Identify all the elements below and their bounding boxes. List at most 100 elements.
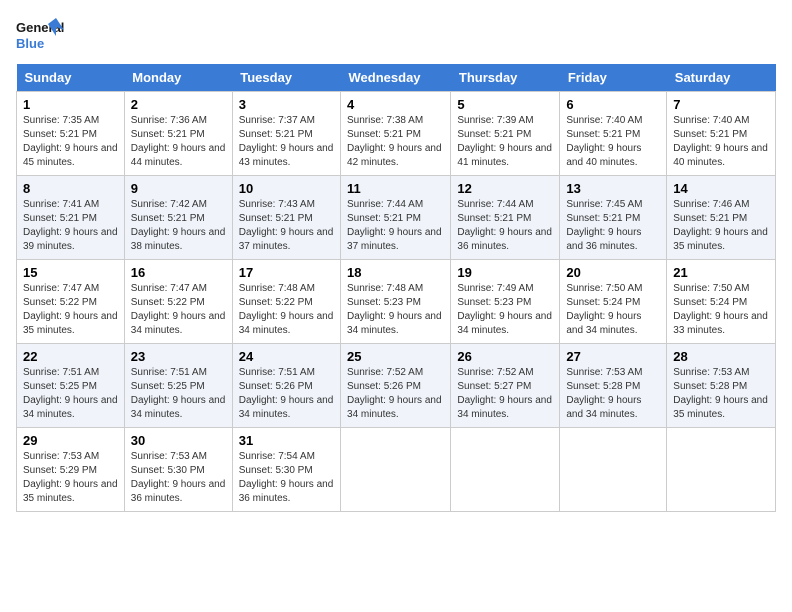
- day-cell: [341, 428, 451, 512]
- day-cell: 16 Sunrise: 7:47 AMSunset: 5:22 PMDaylig…: [124, 260, 232, 344]
- weekday-friday: Friday: [560, 64, 667, 92]
- day-number: 21: [673, 265, 769, 280]
- day-cell: 3 Sunrise: 7:37 AMSunset: 5:21 PMDayligh…: [232, 92, 340, 176]
- day-number: 26: [457, 349, 553, 364]
- week-row-3: 15 Sunrise: 7:47 AMSunset: 5:22 PMDaylig…: [17, 260, 776, 344]
- day-number: 1: [23, 97, 118, 112]
- day-cell: 1 Sunrise: 7:35 AMSunset: 5:21 PMDayligh…: [17, 92, 125, 176]
- day-info: Sunrise: 7:50 AMSunset: 5:24 PMDaylight:…: [566, 283, 642, 336]
- day-info: Sunrise: 7:45 AMSunset: 5:21 PMDaylight:…: [566, 199, 642, 252]
- weekday-wednesday: Wednesday: [341, 64, 451, 92]
- day-cell: 21 Sunrise: 7:50 AMSunset: 5:24 PMDaylig…: [667, 260, 776, 344]
- day-number: 23: [131, 349, 226, 364]
- weekday-thursday: Thursday: [451, 64, 560, 92]
- day-info: Sunrise: 7:46 AMSunset: 5:21 PMDaylight:…: [673, 199, 768, 252]
- day-cell: 7 Sunrise: 7:40 AMSunset: 5:21 PMDayligh…: [667, 92, 776, 176]
- svg-text:Blue: Blue: [16, 36, 44, 51]
- day-number: 20: [566, 265, 660, 280]
- week-row-2: 8 Sunrise: 7:41 AMSunset: 5:21 PMDayligh…: [17, 176, 776, 260]
- calendar-body: 1 Sunrise: 7:35 AMSunset: 5:21 PMDayligh…: [17, 92, 776, 512]
- day-number: 28: [673, 349, 769, 364]
- day-number: 9: [131, 181, 226, 196]
- week-row-5: 29 Sunrise: 7:53 AMSunset: 5:29 PMDaylig…: [17, 428, 776, 512]
- day-number: 15: [23, 265, 118, 280]
- day-number: 16: [131, 265, 226, 280]
- day-cell: [667, 428, 776, 512]
- day-info: Sunrise: 7:44 AMSunset: 5:21 PMDaylight:…: [347, 199, 442, 252]
- day-cell: 18 Sunrise: 7:48 AMSunset: 5:23 PMDaylig…: [341, 260, 451, 344]
- logo-svg: General Blue: [16, 16, 64, 54]
- day-cell: [451, 428, 560, 512]
- day-info: Sunrise: 7:44 AMSunset: 5:21 PMDaylight:…: [457, 199, 552, 252]
- day-info: Sunrise: 7:38 AMSunset: 5:21 PMDaylight:…: [347, 115, 442, 168]
- day-cell: 12 Sunrise: 7:44 AMSunset: 5:21 PMDaylig…: [451, 176, 560, 260]
- day-info: Sunrise: 7:39 AMSunset: 5:21 PMDaylight:…: [457, 115, 552, 168]
- day-cell: 22 Sunrise: 7:51 AMSunset: 5:25 PMDaylig…: [17, 344, 125, 428]
- day-info: Sunrise: 7:53 AMSunset: 5:29 PMDaylight:…: [23, 451, 118, 504]
- weekday-sunday: Sunday: [17, 64, 125, 92]
- day-cell: 19 Sunrise: 7:49 AMSunset: 5:23 PMDaylig…: [451, 260, 560, 344]
- day-info: Sunrise: 7:49 AMSunset: 5:23 PMDaylight:…: [457, 283, 552, 336]
- day-info: Sunrise: 7:40 AMSunset: 5:21 PMDaylight:…: [673, 115, 768, 168]
- day-cell: 10 Sunrise: 7:43 AMSunset: 5:21 PMDaylig…: [232, 176, 340, 260]
- day-number: 30: [131, 433, 226, 448]
- day-number: 19: [457, 265, 553, 280]
- day-number: 6: [566, 97, 660, 112]
- day-info: Sunrise: 7:54 AMSunset: 5:30 PMDaylight:…: [239, 451, 334, 504]
- day-cell: 6 Sunrise: 7:40 AMSunset: 5:21 PMDayligh…: [560, 92, 667, 176]
- day-number: 7: [673, 97, 769, 112]
- calendar: SundayMondayTuesdayWednesdayThursdayFrid…: [16, 64, 776, 512]
- day-cell: 30 Sunrise: 7:53 AMSunset: 5:30 PMDaylig…: [124, 428, 232, 512]
- day-cell: 29 Sunrise: 7:53 AMSunset: 5:29 PMDaylig…: [17, 428, 125, 512]
- day-info: Sunrise: 7:53 AMSunset: 5:28 PMDaylight:…: [673, 367, 768, 420]
- day-cell: 5 Sunrise: 7:39 AMSunset: 5:21 PMDayligh…: [451, 92, 560, 176]
- day-number: 10: [239, 181, 334, 196]
- day-number: 24: [239, 349, 334, 364]
- day-info: Sunrise: 7:40 AMSunset: 5:21 PMDaylight:…: [566, 115, 642, 168]
- day-cell: 31 Sunrise: 7:54 AMSunset: 5:30 PMDaylig…: [232, 428, 340, 512]
- week-row-4: 22 Sunrise: 7:51 AMSunset: 5:25 PMDaylig…: [17, 344, 776, 428]
- day-cell: 15 Sunrise: 7:47 AMSunset: 5:22 PMDaylig…: [17, 260, 125, 344]
- day-number: 22: [23, 349, 118, 364]
- day-number: 31: [239, 433, 334, 448]
- day-cell: [560, 428, 667, 512]
- week-row-1: 1 Sunrise: 7:35 AMSunset: 5:21 PMDayligh…: [17, 92, 776, 176]
- day-info: Sunrise: 7:51 AMSunset: 5:26 PMDaylight:…: [239, 367, 334, 420]
- day-cell: 23 Sunrise: 7:51 AMSunset: 5:25 PMDaylig…: [124, 344, 232, 428]
- day-number: 18: [347, 265, 444, 280]
- day-info: Sunrise: 7:36 AMSunset: 5:21 PMDaylight:…: [131, 115, 226, 168]
- day-number: 29: [23, 433, 118, 448]
- day-info: Sunrise: 7:37 AMSunset: 5:21 PMDaylight:…: [239, 115, 334, 168]
- day-info: Sunrise: 7:47 AMSunset: 5:22 PMDaylight:…: [131, 283, 226, 336]
- day-cell: 13 Sunrise: 7:45 AMSunset: 5:21 PMDaylig…: [560, 176, 667, 260]
- day-cell: 27 Sunrise: 7:53 AMSunset: 5:28 PMDaylig…: [560, 344, 667, 428]
- day-info: Sunrise: 7:48 AMSunset: 5:22 PMDaylight:…: [239, 283, 334, 336]
- day-info: Sunrise: 7:52 AMSunset: 5:27 PMDaylight:…: [457, 367, 552, 420]
- day-cell: 17 Sunrise: 7:48 AMSunset: 5:22 PMDaylig…: [232, 260, 340, 344]
- day-number: 14: [673, 181, 769, 196]
- day-info: Sunrise: 7:53 AMSunset: 5:30 PMDaylight:…: [131, 451, 226, 504]
- day-cell: 14 Sunrise: 7:46 AMSunset: 5:21 PMDaylig…: [667, 176, 776, 260]
- day-cell: 11 Sunrise: 7:44 AMSunset: 5:21 PMDaylig…: [341, 176, 451, 260]
- day-info: Sunrise: 7:51 AMSunset: 5:25 PMDaylight:…: [131, 367, 226, 420]
- day-cell: 8 Sunrise: 7:41 AMSunset: 5:21 PMDayligh…: [17, 176, 125, 260]
- header: General Blue: [16, 16, 776, 54]
- weekday-tuesday: Tuesday: [232, 64, 340, 92]
- day-info: Sunrise: 7:53 AMSunset: 5:28 PMDaylight:…: [566, 367, 642, 420]
- day-info: Sunrise: 7:50 AMSunset: 5:24 PMDaylight:…: [673, 283, 768, 336]
- day-info: Sunrise: 7:48 AMSunset: 5:23 PMDaylight:…: [347, 283, 442, 336]
- day-number: 17: [239, 265, 334, 280]
- day-cell: 9 Sunrise: 7:42 AMSunset: 5:21 PMDayligh…: [124, 176, 232, 260]
- day-cell: 2 Sunrise: 7:36 AMSunset: 5:21 PMDayligh…: [124, 92, 232, 176]
- day-number: 13: [566, 181, 660, 196]
- day-number: 8: [23, 181, 118, 196]
- day-number: 12: [457, 181, 553, 196]
- day-info: Sunrise: 7:41 AMSunset: 5:21 PMDaylight:…: [23, 199, 118, 252]
- day-number: 11: [347, 181, 444, 196]
- logo: General Blue: [16, 16, 64, 54]
- day-info: Sunrise: 7:42 AMSunset: 5:21 PMDaylight:…: [131, 199, 226, 252]
- weekday-monday: Monday: [124, 64, 232, 92]
- day-info: Sunrise: 7:47 AMSunset: 5:22 PMDaylight:…: [23, 283, 118, 336]
- day-cell: 24 Sunrise: 7:51 AMSunset: 5:26 PMDaylig…: [232, 344, 340, 428]
- weekday-header: SundayMondayTuesdayWednesdayThursdayFrid…: [17, 64, 776, 92]
